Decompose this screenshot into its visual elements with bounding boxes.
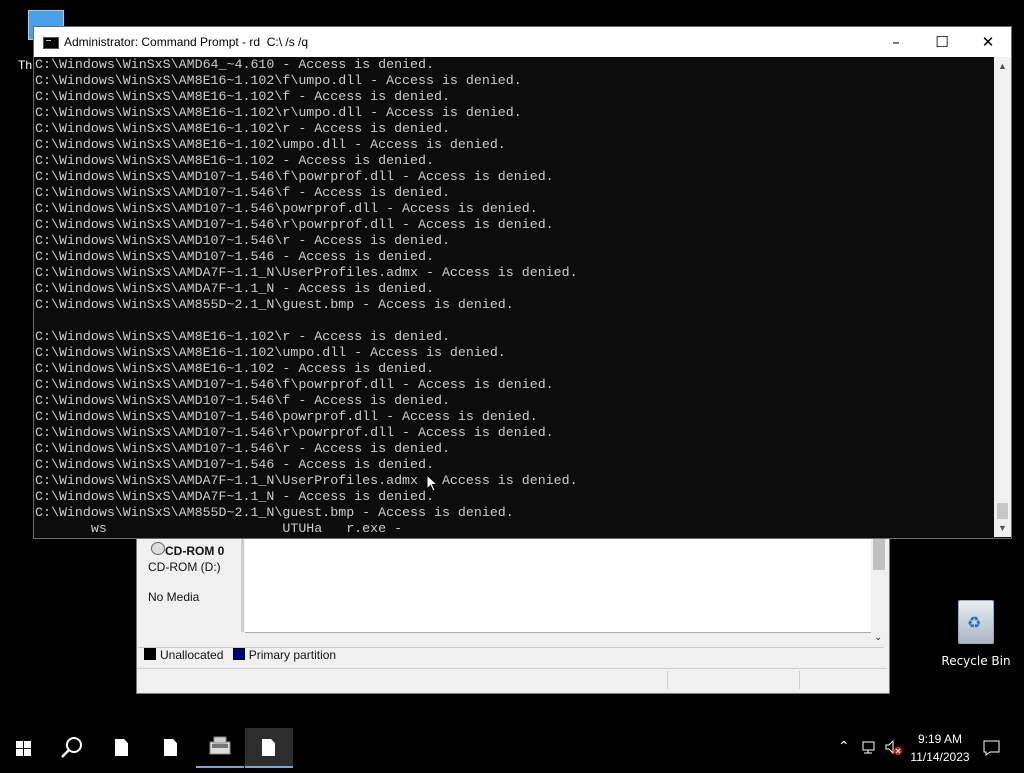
console-line: C:\Windows\WinSxS\AMD107~1.546\f - Acces… <box>35 393 450 408</box>
status-bar <box>137 668 887 692</box>
console-line: C:\Windows\WinSxS\AMD107~1.546\r\powrpro… <box>35 217 554 232</box>
chevron-down-icon[interactable]: ⌄ <box>874 632 882 643</box>
taskbar-app-command-prompt[interactable] <box>245 728 293 768</box>
taskbar: ⌃ 9:19 AM 11/14/2023 <box>0 728 1024 768</box>
console-line: C:\Windows\WinSxS\AM8E16~1.102\umpo.dll … <box>35 345 506 360</box>
start-button[interactable] <box>0 728 48 768</box>
windows-logo-tile <box>24 749 31 756</box>
status-segment <box>667 671 798 689</box>
disk-management-icon <box>209 736 231 755</box>
cmd-app-icon[interactable] <box>43 37 59 49</box>
window-titlebar[interactable]: Administrator: Command Prompt - rd C:\ /… <box>34 27 1011 57</box>
legend-swatch-primary <box>232 648 245 660</box>
console-line: C:\Windows\WinSxS\AM8E16~1.102 - Access … <box>35 361 434 376</box>
console-line: C:\Windows\WinSxS\AMD107~1.546\r - Acces… <box>35 441 450 456</box>
console-line: C:\Windows\WinSxS\AM8E16~1.102\f\umpo.dl… <box>35 73 522 88</box>
file-icon <box>262 739 275 756</box>
search-button[interactable] <box>48 728 96 768</box>
maximize-button[interactable]: ☐ <box>919 27 965 57</box>
search-icon <box>61 737 82 758</box>
scroll-down-icon[interactable]: ▼ <box>998 523 1007 533</box>
console-scrollbar[interactable]: ▲ ▼ <box>994 57 1011 537</box>
cdrom-icon <box>151 542 165 555</box>
console-line: C:\Windows\WinSxS\AMDA7F~1.1_N\UserProfi… <box>35 265 578 280</box>
disk-info-panel[interactable]: CD-ROM 0 CD-ROM (D:) No Media <box>138 536 244 632</box>
console-output[interactable]: C:\Windows\WinSxS\AMD64_~4.610 - Access … <box>34 57 994 537</box>
disk-legend: Unallocated Primary partition <box>138 647 884 668</box>
console-line: C:\Windows\WinSxS\AMD107~1.546\f\powrpro… <box>35 377 554 392</box>
recycle-bin-desktop-icon[interactable]: Recycle Bin <box>940 600 1012 670</box>
windows-logo-tile <box>16 749 23 756</box>
notifications-icon[interactable] <box>982 739 1002 757</box>
command-prompt-window[interactable]: Administrator: Command Prompt - rd C:\ /… <box>33 26 1012 539</box>
legend-label-unallocated: Unallocated <box>160 648 224 662</box>
file-icon <box>164 739 177 756</box>
scrollbar-thumb[interactable] <box>997 503 1008 519</box>
volume-muted-icon[interactable] <box>884 739 904 757</box>
taskbar-app-file-2[interactable] <box>147 728 195 768</box>
console-text: C:\Windows\WinSxS\AMD64_~4.610 - Access … <box>34 57 994 537</box>
console-line: C:\Windows\WinSxS\AMD64_~4.610 - Access … <box>35 57 434 72</box>
console-line: ws UTUHa r.exe - <box>35 521 403 536</box>
recycle-bin-label: Recycle Bin <box>941 654 1011 668</box>
disk-list-scrollbar[interactable]: ⌄ <box>871 536 887 646</box>
legend-label-primary: Primary partition <box>248 648 337 662</box>
close-button[interactable]: ✕ <box>965 27 1011 57</box>
status-segment <box>799 671 800 689</box>
taskbar-app-file-1[interactable] <box>98 728 146 768</box>
console-line: C:\Windows\WinSxS\AM855D~2.1_N\guest.bmp… <box>35 297 514 312</box>
console-line: C:\Windows\WinSxS\AMD107~1.546\r - Acces… <box>35 233 450 248</box>
clock-time: 9:19 AM <box>917 732 963 746</box>
console-line: C:\Windows\WinSxS\AM8E16~1.102\r - Acces… <box>35 121 450 136</box>
scroll-up-icon[interactable]: ▲ <box>998 61 1007 71</box>
console-line: C:\Windows\WinSxS\AMD107~1.546\f\powrpro… <box>35 169 554 184</box>
disk-type: CD-ROM (D:) <box>148 560 221 574</box>
console-line: C:\Windows\WinSxS\AMD107~1.546 - Access … <box>35 457 434 472</box>
scrollbar-thumb[interactable] <box>873 538 885 570</box>
console-line: C:\Windows\WinSxS\AMDA7F~1.1_N - Access … <box>35 489 434 504</box>
clock-date: 11/14/2023 <box>910 750 970 764</box>
disk-volume-area[interactable] <box>245 536 871 633</box>
console-line: C:\Windows\WinSxS\AMD107~1.546\powrprof.… <box>35 409 538 424</box>
file-icon <box>115 739 128 756</box>
console-line: C:\Windows\WinSxS\AMD107~1.546\r\powrpro… <box>35 425 554 440</box>
console-line: C:\Windows\WinSxS\AM8E16~1.102 - Access … <box>35 153 434 168</box>
disk-management-window[interactable]: CD-ROM 0 CD-ROM (D:) No Media ⌄ Unalloca… <box>136 535 890 694</box>
this-pc-label: Th <box>18 58 33 72</box>
console-line: C:\Windows\WinSxS\AMD107~1.546 - Access … <box>35 249 434 264</box>
mouse-pointer-icon <box>426 474 438 492</box>
console-line: C:\Windows\WinSxS\AM8E16~1.102\r\umpo.dl… <box>35 105 522 120</box>
window-title: Administrator: Command Prompt - rd C:\ /… <box>64 35 309 49</box>
windows-logo-icon <box>16 741 23 748</box>
console-line: C:\Windows\WinSxS\AMDA7F~1.1_N - Access … <box>35 281 434 296</box>
disk-name: CD-ROM 0 <box>165 544 225 558</box>
legend-swatch-unallocated <box>144 648 156 660</box>
network-icon[interactable] <box>861 739 879 757</box>
console-line: C:\Windows\WinSxS\AMD107~1.546\powrprof.… <box>35 201 538 216</box>
recycle-bin-icon <box>958 600 994 644</box>
console-line: C:\Windows\WinSxS\AM8E16~1.102\f - Acces… <box>35 89 450 104</box>
console-line: C:\Windows\WinSxS\AMD107~1.546\f - Acces… <box>35 185 450 200</box>
windows-logo-tile <box>24 741 31 748</box>
taskbar-app-disk-management[interactable] <box>196 728 244 768</box>
clock[interactable]: 9:19 AM 11/14/2023 <box>905 730 975 766</box>
console-line: C:\Windows\WinSxS\AM8E16~1.102\umpo.dll … <box>35 137 506 152</box>
chevron-up-icon[interactable]: ⌃ <box>838 738 850 755</box>
minimize-button[interactable]: – <box>873 27 919 57</box>
console-line: C:\Windows\WinSxS\AMDA7F~1.1_N\UserProfi… <box>35 473 578 488</box>
console-line: C:\Windows\WinSxS\AM8E16~1.102\r - Acces… <box>35 329 450 344</box>
console-line: C:\Windows\WinSxS\AM855D~2.1_N\guest.bmp… <box>35 505 514 520</box>
disk-media-status: No Media <box>148 590 200 604</box>
